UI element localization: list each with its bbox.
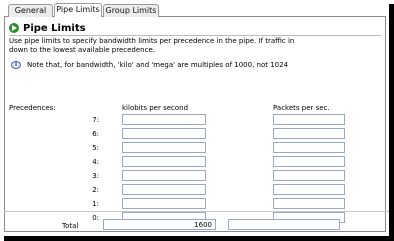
- pps-input-1[interactable]: [273, 198, 345, 209]
- window-frame: General Pipe Limits Group Limits Pipe Li…: [0, 0, 394, 241]
- kbps-input-3[interactable]: [122, 170, 206, 181]
- tab-bar: General Pipe Limits Group Limits: [4, 3, 386, 17]
- tab-group-limits[interactable]: Group Limits: [103, 4, 159, 17]
- kbps-input-7[interactable]: [122, 114, 206, 125]
- note-row: i Note that, for bandwidth, 'kilo' and '…: [11, 61, 288, 69]
- description-line-1: Use pipe limits to specify bandwidth lim…: [9, 37, 295, 45]
- pipe-limits-panel: Pipe Limits Use pipe limits to specify b…: [4, 17, 386, 232]
- precedence-label-7: 7:: [92, 116, 99, 124]
- section-title: Pipe Limits: [23, 22, 86, 34]
- info-icon: i: [11, 61, 21, 69]
- description-line-2: down to the lowest available precedence.: [9, 46, 155, 54]
- pipe-limits-icon: [9, 23, 19, 33]
- kbps-input-1[interactable]: [122, 198, 206, 209]
- pps-input-2[interactable]: [273, 184, 345, 195]
- total-kbps-field[interactable]: [103, 219, 216, 230]
- precedence-label-6: 6:: [92, 130, 99, 138]
- note-text: Note that, for bandwidth, 'kilo' and 'me…: [27, 61, 289, 69]
- title-divider: [9, 35, 381, 36]
- pps-input-4[interactable]: [273, 156, 345, 167]
- pps-input-3[interactable]: [273, 170, 345, 181]
- kbps-header: kilobits per second: [122, 104, 189, 112]
- kbps-input-4[interactable]: [122, 156, 206, 167]
- total-divider: [4, 211, 390, 212]
- section-description: Use pipe limits to specify bandwidth lim…: [9, 37, 381, 55]
- kbps-input-6[interactable]: [122, 128, 206, 139]
- tab-general[interactable]: General: [8, 4, 53, 17]
- precedence-label-4: 4:: [92, 158, 99, 166]
- precedence-label-3: 3:: [92, 172, 99, 180]
- tab-pipe-limits[interactable]: Pipe Limits: [54, 3, 102, 17]
- total-label: Total: [62, 222, 79, 230]
- kbps-input-2[interactable]: [122, 184, 206, 195]
- pps-input-7[interactable]: [273, 114, 345, 125]
- pps-header: Packets per sec.: [273, 104, 330, 112]
- precedences-header: Precedences:: [9, 104, 56, 112]
- precedence-label-0: 0:: [92, 214, 99, 222]
- pps-input-5[interactable]: [273, 142, 345, 153]
- precedence-label-1: 1:: [92, 200, 99, 208]
- total-pps-field[interactable]: [228, 219, 340, 230]
- precedence-label-2: 2:: [92, 186, 99, 194]
- precedence-label-5: 5:: [92, 144, 99, 152]
- kbps-input-5[interactable]: [122, 142, 206, 153]
- pps-input-6[interactable]: [273, 128, 345, 139]
- section-header: Pipe Limits: [9, 22, 86, 34]
